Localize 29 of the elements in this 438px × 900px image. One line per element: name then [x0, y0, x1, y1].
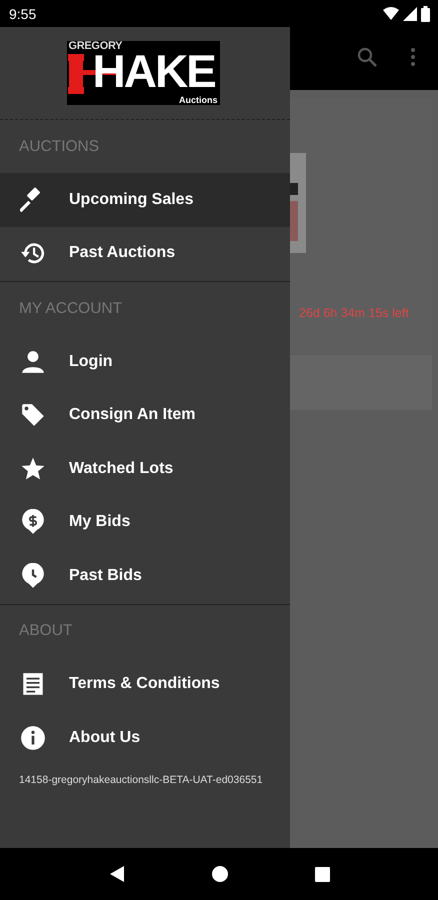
section-header: ABOUT — [19, 622, 72, 640]
drawer-item[interactable]: Login — [0, 335, 290, 388]
drawer-item[interactable]: Watched Lots — [0, 442, 290, 496]
version-text: 14158-gregoryhakeauctionsllc-BETA-UAT-ed036551 — [19, 774, 263, 786]
time-left-text: 26d 6h 34m 15s left — [299, 306, 409, 320]
drawer-item[interactable]: Terms & Conditions — [0, 658, 290, 711]
drawer-item[interactable]: Past Auctions — [0, 226, 290, 280]
drawer-item[interactable]: Consign An Item — [0, 388, 290, 442]
drawer-item[interactable]: Upcoming Sales — [0, 173, 290, 226]
status-time: 9:55 — [9, 6, 36, 22]
info-icon — [20, 724, 46, 751]
section-header: AUCTIONS — [19, 138, 100, 156]
recents-icon[interactable] — [314, 866, 330, 882]
drawer-item[interactable]: About Us — [0, 711, 290, 764]
home-icon[interactable] — [212, 866, 228, 882]
person-icon — [20, 348, 46, 375]
star-icon — [20, 456, 46, 482]
tag-icon — [20, 402, 46, 428]
section-header: MY ACCOUNT — [19, 300, 122, 318]
drawer-item[interactable]: Past Bids — [0, 549, 290, 602]
battery-icon — [421, 6, 430, 22]
more-icon[interactable] — [411, 48, 415, 66]
back-icon[interactable] — [108, 865, 124, 883]
clock-pin-icon — [20, 562, 46, 589]
signal-icon — [403, 6, 417, 20]
dollar-pin-icon — [20, 509, 46, 536]
wifi-icon — [383, 6, 399, 20]
search-icon[interactable] — [357, 47, 377, 67]
drawer-item[interactable]: My Bids — [0, 496, 290, 549]
